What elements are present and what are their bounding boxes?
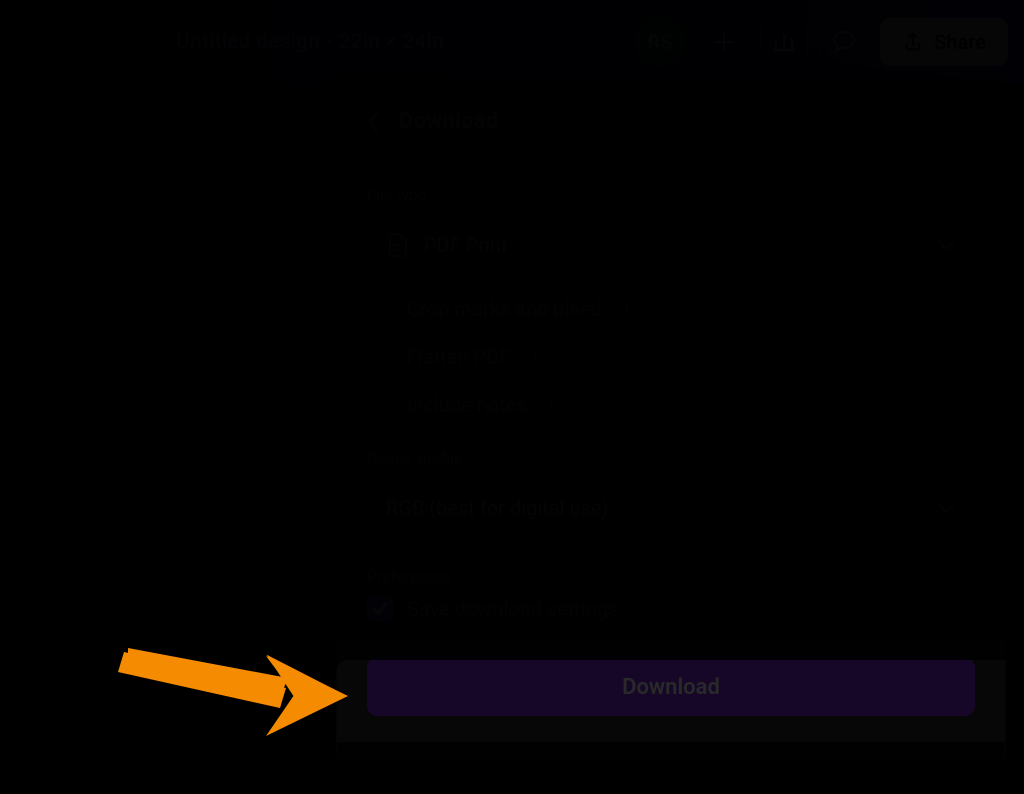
plus-icon: [714, 32, 734, 52]
include-notes-row[interactable]: Include notes i: [367, 392, 975, 418]
upload-icon: [902, 31, 924, 53]
bar-chart-icon: [772, 30, 796, 54]
chevron-down-icon: [936, 238, 956, 252]
colour-profile-label: Colour profile: [367, 448, 975, 467]
colour-profile-value: RGB (best for digital use): [386, 496, 608, 520]
crop-marks-row[interactable]: Crop marks and bleed i: [367, 296, 975, 322]
file-type-label: File type: [367, 185, 975, 204]
info-icon[interactable]: i: [616, 298, 638, 320]
download-panel: Download File type PDF Print Crop marks …: [336, 78, 1006, 770]
panel-footer: Download: [337, 640, 1005, 742]
info-icon[interactable]: i: [541, 394, 563, 416]
save-settings-checkbox[interactable]: [367, 596, 393, 622]
crop-marks-checkbox[interactable]: [367, 296, 393, 322]
download-button[interactable]: Download: [367, 658, 975, 716]
chevron-down-icon: [936, 501, 956, 515]
info-icon[interactable]: i: [524, 346, 546, 368]
flatten-label: Flatten PDF: [407, 345, 510, 369]
save-settings-row[interactable]: Save download settings: [367, 596, 975, 622]
preferences-label: Preferences: [367, 567, 975, 586]
comment-icon: [831, 29, 857, 55]
add-button[interactable]: [700, 18, 748, 66]
share-label: Share: [934, 30, 986, 54]
back-icon[interactable]: [367, 111, 381, 133]
document-title[interactable]: Untitled design - 22in × 24in: [16, 30, 604, 54]
panel-body: File type PDF Print Crop marks and bleed…: [337, 157, 1005, 622]
include-notes-checkbox[interactable]: [367, 392, 393, 418]
panel-header: Download: [337, 103, 1005, 157]
colour-profile-select[interactable]: RGB (best for digital use): [367, 479, 975, 537]
file-type-value: PDF Print: [424, 233, 508, 257]
check-icon: [372, 602, 388, 616]
file-type-select[interactable]: PDF Print: [367, 216, 975, 274]
file-icon: [386, 232, 410, 258]
flatten-row[interactable]: Flatten PDF i: [367, 344, 975, 370]
save-settings-label: Save download settings: [407, 597, 618, 621]
crop-marks-label: Crop marks and bleed: [407, 297, 602, 321]
app-header: Untitled design - 22in × 24in RS Share: [0, 0, 1024, 84]
panel-title: Download: [399, 109, 498, 134]
user-avatar[interactable]: RS: [634, 16, 686, 68]
flatten-checkbox[interactable]: [367, 344, 393, 370]
analytics-button[interactable]: [760, 18, 808, 66]
include-notes-label: Include notes: [407, 393, 527, 417]
share-button[interactable]: Share: [880, 18, 1008, 66]
comment-button[interactable]: [820, 18, 868, 66]
